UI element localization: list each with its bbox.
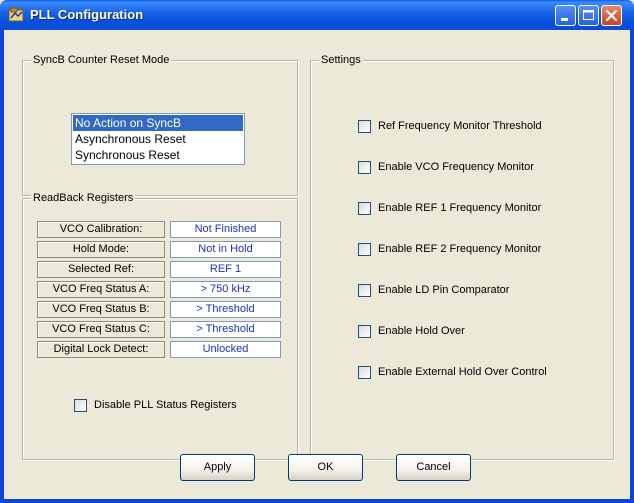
digital-lock-detect-value: Unlocked [170, 341, 281, 358]
apply-button[interactable]: Apply [180, 454, 255, 481]
enable-hold-over-checkbox[interactable] [358, 325, 371, 338]
vco-freq-status-c-label: VCO Freq Status C: [37, 321, 165, 338]
window-title: PLL Configuration [30, 7, 144, 22]
pll-configuration-window: PLL Configuration SyncB Counter Reset Mo… [0, 0, 634, 503]
vco-freq-status-b-value: > Threshold [170, 301, 281, 318]
digital-lock-detect-label: Digital Lock Detect: [37, 341, 165, 358]
syncb-option-async-reset[interactable]: Asynchronous Reset [73, 131, 243, 147]
enable-ref1-frequency-monitor-checkbox[interactable] [358, 202, 371, 215]
maximize-button[interactable] [578, 5, 599, 26]
syncb-option-no-action[interactable]: No Action on SyncB [73, 115, 243, 131]
hold-mode-value: Not in Hold [170, 241, 281, 258]
enable-vco-frequency-monitor-checkbox[interactable] [358, 161, 371, 174]
vco-freq-status-b-label: VCO Freq Status B: [37, 301, 165, 318]
dialog-client-area: SyncB Counter Reset Mode No Action on Sy… [4, 30, 630, 499]
enable-ref2-frequency-monitor-checkbox[interactable] [358, 243, 371, 256]
readback-row: VCO Freq Status C: > Threshold [37, 321, 281, 338]
vco-freq-status-a-value: > 750 kHz [170, 281, 281, 298]
ref-frequency-monitor-threshold-label: Ref Frequency Monitor Threshold [378, 120, 542, 132]
enable-ld-pin-comparator-label: Enable LD Pin Comparator [378, 284, 510, 296]
syncb-option-sync-reset[interactable]: Synchronous Reset [73, 147, 243, 163]
maximize-icon [583, 10, 594, 20]
readback-row: Selected Ref: REF 1 [37, 261, 281, 278]
cancel-button[interactable]: Cancel [396, 454, 471, 481]
syncb-reset-mode-legend: SyncB Counter Reset Mode [31, 54, 172, 67]
vco-calibration-value: Not Finished [170, 221, 281, 238]
enable-ld-pin-comparator-checkbox[interactable] [358, 284, 371, 297]
enable-vco-frequency-monitor-label: Enable VCO Frequency Monitor [378, 161, 534, 173]
syncb-reset-mode-group: SyncB Counter Reset Mode No Action on Sy… [22, 54, 298, 196]
disable-pll-status-label: Disable PLL Status Registers [94, 399, 237, 411]
enable-external-hold-over-control-label: Enable External Hold Over Control [378, 366, 547, 378]
selected-ref-label: Selected Ref: [37, 261, 165, 278]
app-icon [8, 7, 24, 22]
minimize-icon [561, 18, 568, 21]
readback-row: Digital Lock Detect: Unlocked [37, 341, 281, 358]
minimize-button[interactable] [555, 5, 576, 26]
title-bar[interactable]: PLL Configuration [0, 0, 634, 30]
selected-ref-value: REF 1 [170, 261, 281, 278]
readback-row: VCO Freq Status B: > Threshold [37, 301, 281, 318]
enable-ref1-frequency-monitor-label: Enable REF 1 Frequency Monitor [378, 202, 542, 214]
ok-button[interactable]: OK [288, 454, 363, 481]
vco-freq-status-a-label: VCO Freq Status A: [37, 281, 165, 298]
readback-row: Hold Mode: Not in Hold [37, 241, 281, 258]
enable-hold-over-label: Enable Hold Over [378, 325, 465, 337]
close-button[interactable] [601, 5, 622, 26]
disable-pll-status-checkbox[interactable] [74, 399, 87, 412]
hold-mode-label: Hold Mode: [37, 241, 165, 258]
ref-frequency-monitor-threshold-checkbox[interactable] [358, 120, 371, 133]
readback-registers-legend: ReadBack Registers [31, 192, 136, 205]
readback-row: VCO Calibration: Not Finished [37, 221, 281, 238]
settings-legend: Settings [319, 54, 363, 67]
syncb-reset-mode-listbox[interactable]: No Action on SyncB Asynchronous Reset Sy… [71, 113, 245, 165]
readback-row: VCO Freq Status A: > 750 kHz [37, 281, 281, 298]
enable-external-hold-over-control-checkbox[interactable] [358, 366, 371, 379]
vco-calibration-label: VCO Calibration: [37, 221, 165, 238]
settings-group: Settings Ref Frequency Monitor Threshold… [310, 54, 614, 460]
vco-freq-status-c-value: > Threshold [170, 321, 281, 338]
readback-registers-group: ReadBack Registers VCO Calibration: Not … [22, 192, 298, 460]
close-icon [605, 9, 618, 22]
enable-ref2-frequency-monitor-label: Enable REF 2 Frequency Monitor [378, 243, 542, 255]
